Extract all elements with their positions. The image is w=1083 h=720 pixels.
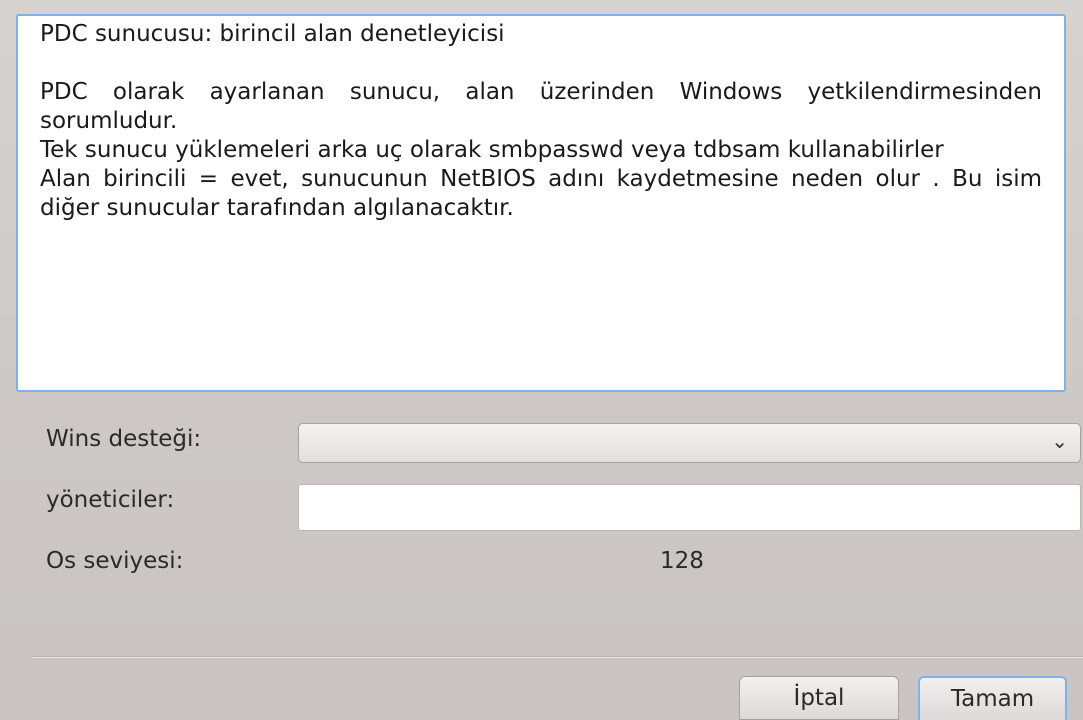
admins-label: yöneticiler:: [46, 487, 175, 513]
description-paragraph: PDC olarak ayarlanan sunucu, alan üzerin…: [40, 79, 1042, 134]
chevron-down-icon: ⌄: [1051, 429, 1068, 453]
samba-pdc-dialog: PDC sunucusu: birincil alan denetleyicis…: [0, 0, 1083, 720]
divider: [32, 656, 1083, 658]
description-heading: PDC sunucusu: birincil alan denetleyicis…: [40, 21, 505, 47]
description-paragraph: Alan birincili = evet, sunucunun NetBIOS…: [40, 166, 1042, 221]
admins-input[interactable]: [298, 484, 1081, 531]
ok-button[interactable]: Tamam: [918, 676, 1067, 720]
cancel-button[interactable]: İptal: [739, 676, 899, 720]
wins-support-dropdown[interactable]: ⌄: [298, 423, 1081, 463]
description-text-area[interactable]: PDC sunucusu: birincil alan denetleyicis…: [16, 14, 1066, 392]
os-level-label: Os seviyesi:: [46, 548, 184, 574]
wins-support-label: Wins desteği:: [46, 426, 202, 452]
description-paragraph: Tek sunucu yüklemeleri arka uç olarak sm…: [40, 137, 944, 163]
os-level-value: 128: [660, 548, 704, 574]
